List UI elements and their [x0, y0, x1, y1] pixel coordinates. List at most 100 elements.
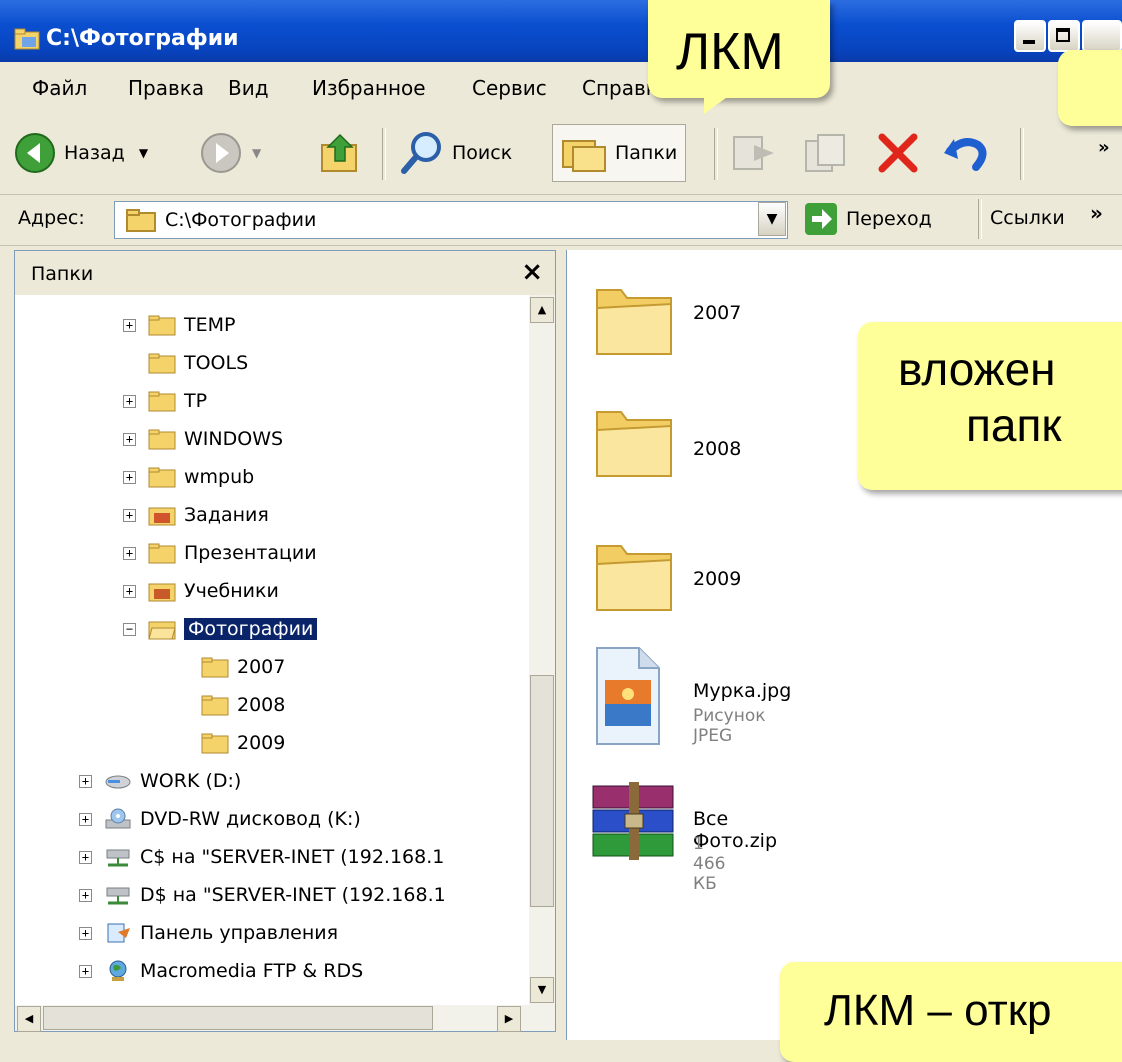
expand-icon[interactable]: + — [79, 812, 92, 826]
move-to-button[interactable] — [730, 124, 780, 182]
horizontal-scroll-thumb[interactable] — [43, 1006, 433, 1030]
menu-edit[interactable]: Правка — [128, 76, 204, 100]
tree-item-presentations[interactable]: + Презентации — [123, 535, 317, 571]
menu-view[interactable]: Вид — [228, 76, 269, 100]
tree-item-textbooks[interactable]: + Учебники — [123, 573, 279, 609]
menu-favorites[interactable]: Избранное — [312, 76, 426, 100]
window-title: C:\Фотографии — [46, 26, 239, 51]
go-button[interactable]: Переход — [804, 199, 932, 239]
folder-image-icon — [148, 583, 176, 602]
folder-icon — [201, 733, 229, 754]
toolbar-separator — [382, 128, 386, 180]
folders-button[interactable]: Папки — [552, 124, 687, 182]
tree-item-2008[interactable]: 2008 — [201, 687, 285, 723]
folder-icon — [148, 429, 176, 450]
tree-item-macromedia-ftp[interactable]: + Macromedia FTP & RDS — [79, 953, 363, 989]
menu-bar: Файл Правка Вид Избранное Сервис Справка — [0, 62, 1122, 117]
expand-icon[interactable]: + — [123, 394, 136, 408]
globe-icon — [109, 960, 127, 981]
folders-pane-header: Папки × — [15, 251, 555, 295]
search-icon — [401, 132, 441, 174]
callout-nested-folders: вложен папк — [858, 322, 1122, 490]
expand-icon[interactable]: + — [123, 470, 136, 484]
folder-tree: + TEMP TOOLS + TP + WINDOWS + wmpub + Задания… — [15, 295, 527, 1005]
folder-open-icon — [148, 621, 176, 640]
expand-icon[interactable]: + — [79, 888, 92, 902]
links-overflow-icon[interactable]: » — [1090, 201, 1103, 225]
tree-item-network-c[interactable]: + C$ на "SERVER-INET (192.168.1 — [79, 839, 444, 875]
toolbar-separator — [1020, 128, 1024, 180]
folder-icon — [148, 467, 176, 488]
links-label[interactable]: Ссылки — [990, 207, 1065, 229]
tree-item-tools[interactable]: TOOLS — [148, 345, 248, 381]
expand-icon[interactable]: + — [79, 964, 92, 978]
expand-icon[interactable]: + — [123, 508, 136, 522]
expand-icon[interactable]: + — [123, 546, 136, 560]
expand-icon[interactable]: + — [123, 584, 136, 598]
search-button[interactable]: Поиск — [398, 124, 512, 182]
jpeg-file-icon — [596, 647, 660, 745]
forward-button[interactable]: ▼ — [200, 124, 261, 182]
close-pane-icon[interactable]: × — [521, 257, 543, 287]
folder-tree-horizontal-scrollbar[interactable]: ◀ ▶ — [15, 1005, 555, 1032]
minimize-button[interactable] — [1014, 20, 1046, 52]
hard-drive-icon — [105, 775, 131, 789]
menu-file[interactable]: Файл — [32, 76, 87, 100]
expand-icon[interactable]: + — [123, 318, 136, 332]
folder-icon — [201, 695, 229, 716]
tree-item-control-panel[interactable]: + Панель управления — [79, 915, 338, 951]
folders-label: Папки — [615, 142, 678, 164]
toolbar-overflow-icon[interactable]: » — [1098, 118, 1110, 176]
copy-to-button[interactable] — [802, 124, 852, 182]
scroll-left-icon[interactable]: ◀ — [17, 1006, 41, 1032]
vertical-scroll-thumb[interactable] — [530, 675, 554, 907]
up-folder-button[interactable] — [318, 124, 362, 182]
scroll-up-icon[interactable]: ▲ — [530, 297, 554, 323]
file-item-2008[interactable]: 2008 — [593, 396, 741, 489]
network-drive-icon — [106, 887, 130, 905]
maximize-button[interactable] — [1048, 20, 1080, 52]
file-item-2009[interactable]: 2009 — [593, 530, 741, 623]
address-input[interactable]: C:\Фотографии — [114, 201, 788, 239]
scroll-down-icon[interactable]: ▼ — [530, 977, 554, 1003]
toolbar-separator — [714, 128, 718, 180]
address-dropdown-icon[interactable]: ▼ — [758, 202, 786, 236]
file-item-2007[interactable]: 2007 — [593, 274, 741, 367]
tree-item-zadaniya[interactable]: + Задания — [123, 497, 269, 533]
file-item-all-photos-zip[interactable]: Все Фото.zip 1 466 КБ — [587, 780, 777, 894]
back-dropdown-icon[interactable]: ▼ — [139, 146, 148, 160]
control-panel-icon — [107, 923, 130, 943]
expand-icon[interactable]: + — [79, 774, 92, 788]
tree-item-network-d[interactable]: + D$ на "SERVER-INET (192.168.1 — [79, 877, 446, 913]
undo-button[interactable] — [940, 124, 992, 182]
address-value: C:\Фотографии — [165, 209, 317, 231]
tree-item-tp[interactable]: + TP — [123, 383, 207, 419]
tree-item-photos[interactable]: − Фотографии — [123, 611, 318, 647]
collapse-icon[interactable]: − — [123, 622, 136, 636]
tree-item-dvd-drive[interactable]: + DVD-RW дисковод (K:) — [79, 801, 361, 837]
folder-image-icon — [148, 507, 176, 526]
expand-icon[interactable]: + — [79, 926, 92, 940]
back-label: Назад — [64, 142, 125, 164]
forward-dropdown-icon[interactable]: ▼ — [252, 146, 261, 160]
menu-tools[interactable]: Сервис — [472, 76, 547, 100]
tree-item-temp[interactable]: + TEMP — [123, 307, 235, 343]
address-separator — [978, 199, 982, 239]
tree-item-2009[interactable]: 2009 — [201, 725, 285, 761]
folder-tree-vertical-scrollbar[interactable]: ▲ ▼ — [529, 295, 555, 1005]
back-button[interactable]: Назад ▼ — [14, 124, 148, 182]
delete-button[interactable] — [874, 124, 922, 182]
scroll-right-icon[interactable]: ▶ — [497, 1006, 521, 1032]
tree-item-work-drive[interactable]: + WORK (D:) — [79, 763, 241, 799]
folder-window-icon — [14, 28, 40, 50]
tree-item-windows[interactable]: + WINDOWS — [123, 421, 283, 457]
title-bar[interactable]: C:\Фотографии — [0, 0, 1122, 62]
tree-item-2007[interactable]: 2007 — [201, 649, 285, 685]
explorer-window: C:\Фотографии Файл Правка Вид Избранное … — [0, 0, 1122, 1062]
tree-item-wmpub[interactable]: + wmpub — [123, 459, 254, 495]
file-item-murka-jpg[interactable]: Мурка.jpg Рисунок JPEG — [593, 644, 791, 753]
close-button[interactable] — [1082, 20, 1122, 52]
network-drive-icon — [106, 849, 130, 867]
expand-icon[interactable]: + — [79, 850, 92, 864]
expand-icon[interactable]: + — [123, 432, 136, 446]
